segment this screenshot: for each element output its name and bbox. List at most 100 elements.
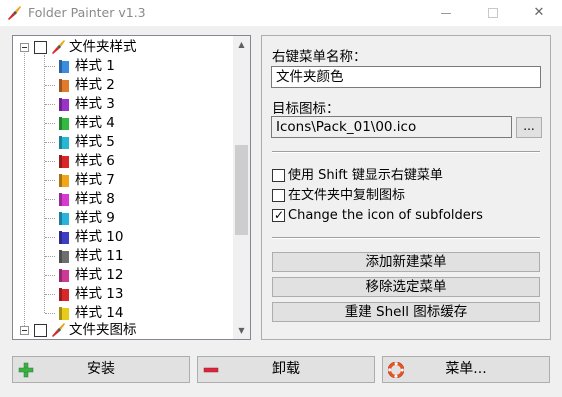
tree-branch-line [45, 237, 55, 238]
tree-style-item[interactable]: 样式 5 [13, 133, 231, 152]
tree-group-label: 文件夹图标 [69, 322, 137, 338]
folder-color-icon [59, 250, 69, 263]
scroll-thumb[interactable] [235, 145, 248, 235]
copy-icon-label: 在文件夹中复制图标 [288, 188, 406, 203]
collapse-icon[interactable] [20, 326, 29, 335]
folder-color-icon [59, 231, 69, 244]
tree-style-item[interactable]: 样式 6 [13, 152, 231, 171]
menu-name-label: 右键菜单名称： [272, 49, 367, 65]
folder-color-icon [59, 98, 69, 111]
tree-branch-line [45, 256, 55, 257]
tree-branch-line [45, 218, 55, 219]
tree-style-item[interactable]: 样式 12 [13, 266, 231, 285]
folder-color-icon [59, 136, 69, 149]
group-checkbox[interactable] [34, 324, 47, 337]
folder-color-icon [59, 193, 69, 206]
settings-panel: 右键菜单名称： 文件夹颜色 目标图标： Icons\Pack_01\00.ico… [261, 35, 551, 340]
tree-branch-line [45, 161, 55, 162]
folder-color-icon [59, 60, 69, 73]
install-button[interactable]: 安装 [12, 356, 190, 383]
collapse-icon[interactable] [20, 43, 29, 52]
folder-color-icon [59, 117, 69, 130]
tree-style-item[interactable]: 样式 13 [13, 285, 231, 304]
brush-icon [52, 40, 65, 54]
copy-icon-checkbox[interactable] [272, 189, 285, 202]
group-checkbox[interactable] [34, 41, 47, 54]
uninstall-button[interactable]: 卸载 [197, 356, 375, 383]
folder-color-icon [59, 155, 69, 168]
title-bar: Folder Painter v1.3 ✕ [0, 0, 562, 26]
tree-branch-line [45, 180, 55, 181]
tree-style-item[interactable]: 样式 4 [13, 114, 231, 133]
tree-style-label: 样式 9 [75, 210, 115, 226]
maximize-icon [488, 8, 498, 18]
menu-label: 菜单... [445, 361, 487, 377]
tree-branch-line [45, 294, 55, 295]
tree-branch-line [45, 313, 55, 314]
folder-color-icon [59, 174, 69, 187]
rebuild-cache-button[interactable]: 重建 Shell 图标缓存 [272, 302, 540, 322]
tree-style-item[interactable]: 样式 10 [13, 228, 231, 247]
tree-style-label: 样式 6 [75, 153, 115, 169]
tree-group-icons[interactable]: 文件夹图标 [13, 321, 231, 339]
shift-menu-checkbox[interactable] [272, 169, 285, 182]
remove-menu-button[interactable]: 移除选定菜单 [272, 277, 540, 297]
scroll-down-icon[interactable]: ▼ [233, 322, 250, 339]
add-menu-button[interactable]: 添加新建菜单 [272, 252, 540, 272]
tree-style-label: 样式 3 [75, 96, 115, 112]
menu-button[interactable]: 菜单... [382, 356, 550, 383]
minimize-icon [441, 13, 451, 14]
folder-color-icon [59, 79, 69, 92]
tree-style-item[interactable]: 样式 3 [13, 95, 231, 114]
tree-style-label: 样式 10 [75, 229, 124, 245]
subfolders-checkbox[interactable]: ✓ [272, 208, 285, 222]
tree-style-item[interactable]: 样式 2 [13, 76, 231, 95]
close-button[interactable]: ✕ [516, 0, 562, 26]
tree-style-item[interactable]: 样式 11 [13, 247, 231, 266]
separator [272, 237, 540, 239]
tree-branch-line [45, 104, 55, 105]
tree-style-label: 样式 13 [75, 286, 124, 302]
tree-style-item[interactable]: 样式 9 [13, 209, 231, 228]
tree-scrollbar[interactable]: ▲ ▼ [233, 36, 250, 339]
tree-style-label: 样式 8 [75, 191, 115, 207]
tree-style-label: 样式 11 [75, 248, 124, 264]
tree-branch-line [45, 66, 55, 67]
tree-style-label: 样式 5 [75, 134, 115, 150]
tree-branch-line [45, 142, 55, 143]
target-icon-input[interactable]: Icons\Pack_01\00.ico [271, 116, 512, 138]
subfolders-label: Change the icon of subfolders [288, 208, 483, 223]
tree-branch-line [45, 275, 55, 276]
tree-style-item[interactable]: 样式 1 [13, 57, 231, 76]
window-title: Folder Painter v1.3 [28, 5, 146, 20]
tree-style-label: 样式 12 [75, 267, 124, 283]
shift-menu-label: 使用 Shift 键显示右键菜单 [288, 168, 443, 183]
minimize-button[interactable] [424, 0, 470, 26]
install-label: 安装 [87, 361, 115, 377]
scroll-up-icon[interactable]: ▲ [233, 36, 250, 53]
tree-style-label: 样式 4 [75, 115, 115, 131]
tree-group-label: 文件夹样式 [69, 39, 137, 55]
target-icon-label: 目标图标： [272, 101, 340, 117]
checkmark-icon: ✓ [274, 208, 285, 222]
tree-style-label: 样式 2 [75, 77, 115, 93]
folder-color-icon [59, 212, 69, 225]
style-tree[interactable]: 文件夹样式 样式 1 样式 2 样式 3 样式 4 样式 5 样式 6 样式 7 样式 8 样式… [12, 35, 251, 340]
separator [272, 151, 540, 153]
tree-group-styles[interactable]: 文件夹样式 [13, 38, 231, 57]
close-icon: ✕ [533, 5, 545, 20]
tree-style-label: 样式 1 [75, 58, 115, 74]
app-brush-icon [8, 6, 21, 20]
uninstall-label: 卸载 [272, 361, 300, 377]
tree-style-label: 样式 7 [75, 172, 115, 188]
brush-icon [52, 323, 65, 337]
menu-name-input[interactable]: 文件夹颜色 [271, 66, 541, 88]
folder-color-icon [59, 288, 69, 301]
tree-style-item[interactable]: 样式 8 [13, 190, 231, 209]
tree-branch-line [45, 199, 55, 200]
browse-button[interactable]: ... [516, 117, 542, 138]
tree-style-item[interactable]: 样式 7 [13, 171, 231, 190]
maximize-button[interactable] [470, 0, 516, 26]
tree-branch-line [45, 123, 55, 124]
folder-color-icon [59, 269, 69, 282]
